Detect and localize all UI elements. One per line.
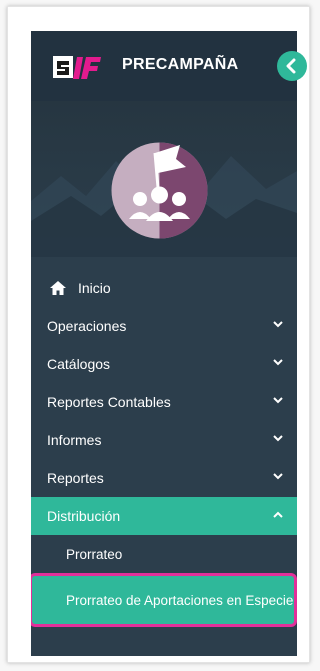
menu-item-label: Catálogos	[47, 356, 111, 372]
chevron-down-icon	[273, 321, 283, 328]
menu-item-label: Distribución	[47, 508, 121, 524]
precampaign-avatar-icon	[111, 142, 208, 239]
menu-item-operaciones[interactable]: Operaciones	[31, 307, 297, 345]
menu-item-label: Operaciones	[47, 318, 127, 334]
app-title: PRECAMPAÑA	[122, 56, 239, 73]
menu-item-distribucion[interactable]: Distribución	[31, 497, 297, 535]
main-menu: Inicio Operaciones Catálogos Reportes Co…	[31, 269, 297, 627]
chevron-down-icon	[273, 359, 283, 366]
chevron-down-icon	[273, 435, 283, 442]
submenu-item-prorrateo[interactable]: Prorrateo	[31, 535, 297, 573]
menu-item-label: Informes	[47, 432, 102, 448]
chevron-down-icon	[273, 473, 283, 480]
profile-banner	[31, 101, 297, 257]
collapse-sidebar-button[interactable]	[277, 51, 307, 81]
menu-item-inicio[interactable]: Inicio	[31, 269, 297, 307]
menu-item-catalogos[interactable]: Catálogos	[31, 345, 297, 383]
submenu-item-label: Prorrateo	[66, 546, 123, 562]
chevron-up-icon	[273, 511, 283, 518]
distribucion-submenu: Prorrateo Prorrateo de Aportaciones en E…	[31, 535, 297, 627]
sif-logo	[53, 56, 101, 79]
submenu-item-label: Prorrateo de Aportaciones en Especie	[66, 592, 294, 608]
menu-item-label: Inicio	[78, 280, 111, 296]
sidebar-header: PRECAMPAÑA	[31, 31, 297, 101]
menu-item-label: Reportes Contables	[47, 394, 171, 410]
submenu-item-prorrateo-aportaciones-especie[interactable]: Prorrateo de Aportaciones en Especie	[31, 573, 297, 627]
menu-item-informes[interactable]: Informes	[31, 421, 297, 459]
menu-item-reportes-contables[interactable]: Reportes Contables	[31, 383, 297, 421]
menu-item-label: Reportes	[47, 470, 104, 486]
sidebar: PRECAMPAÑA Inicio Operaciones Catálogos …	[31, 31, 297, 656]
chevron-left-icon	[286, 58, 296, 74]
menu-item-reportes[interactable]: Reportes	[31, 459, 297, 497]
chevron-down-icon	[273, 397, 283, 404]
home-icon	[50, 281, 66, 295]
